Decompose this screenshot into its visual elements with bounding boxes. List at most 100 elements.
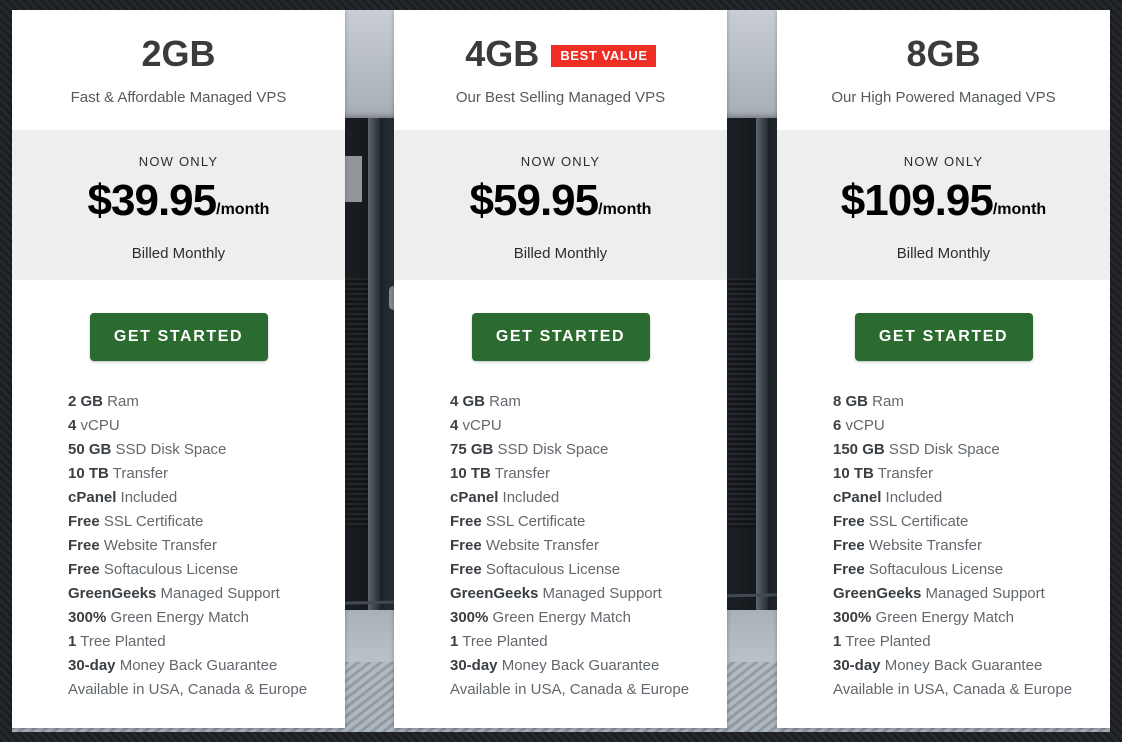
feature-text: Green Energy Match bbox=[488, 609, 631, 626]
feature-list: 4 GB Ram 4 vCPU 75 GB SSD Disk Space 10 TB … bbox=[394, 361, 727, 702]
feature-text: Transfer bbox=[108, 465, 169, 482]
feature-item: 1 Tree Planted bbox=[833, 630, 1110, 654]
feature-text: SSL Certificate bbox=[864, 513, 969, 530]
feature-highlight: Free bbox=[68, 561, 100, 578]
feature-text: vCPU bbox=[76, 417, 120, 434]
feature-item: GreenGeeks Managed Support bbox=[833, 582, 1110, 606]
feature-text: SSD Disk Space bbox=[111, 441, 227, 458]
feature-highlight: 10 TB bbox=[833, 465, 874, 482]
plan-title-row: 8GB bbox=[777, 32, 1110, 76]
feature-highlight: 30-day bbox=[450, 657, 498, 674]
feature-highlight: 8 GB bbox=[833, 393, 869, 410]
feature-highlight: 30-day bbox=[833, 657, 881, 674]
feature-item: 8 GB Ram bbox=[833, 390, 1110, 414]
feature-item: Free Website Transfer bbox=[833, 534, 1110, 558]
pricing-page: 2GB Fast & Affordable Managed VPS NOW ON… bbox=[0, 0, 1122, 742]
plan-title: 4GB bbox=[465, 33, 540, 74]
feature-text: Ram bbox=[485, 393, 521, 410]
feature-item: 2 GB Ram bbox=[68, 390, 345, 414]
now-only-label: NOW ONLY bbox=[520, 154, 601, 169]
plan-subtitle: Fast & Affordable Managed VPS bbox=[70, 89, 287, 106]
feature-item: GreenGeeks Managed Support bbox=[68, 582, 345, 606]
card-header: 8GB Our High Powered Managed VPS bbox=[777, 10, 1110, 108]
feature-item: 50 GB SSD Disk Space bbox=[68, 438, 345, 462]
get-started-button[interactable]: GET STARTED bbox=[471, 313, 650, 361]
feature-highlight: 75 GB bbox=[450, 441, 494, 458]
feature-text: Money Back Guarantee bbox=[880, 657, 1043, 674]
plan-subtitle: Our High Powered Managed VPS bbox=[831, 89, 1056, 106]
cta-wrapper: GET STARTED bbox=[394, 280, 727, 361]
plan-title: 8GB bbox=[906, 33, 981, 74]
feature-highlight: GreenGeeks bbox=[68, 585, 157, 602]
feature-item: 10 TB Transfer bbox=[833, 462, 1110, 486]
price-row: $59.95/month bbox=[394, 178, 727, 234]
feature-item: 300% Green Energy Match bbox=[68, 606, 345, 630]
feature-highlight: 150 GB bbox=[833, 441, 885, 458]
price-band: NOW ONLY $39.95/month Billed Monthly bbox=[12, 130, 345, 280]
feature-item: 10 TB Transfer bbox=[450, 462, 727, 486]
feature-highlight: 10 TB bbox=[68, 465, 109, 482]
feature-item: 4 GB Ram bbox=[450, 390, 727, 414]
price-amount: $39.95 bbox=[87, 176, 218, 225]
feature-text: Money Back Guarantee bbox=[497, 657, 660, 674]
feature-text: Green Energy Match bbox=[871, 609, 1014, 626]
cta-wrapper: GET STARTED bbox=[777, 280, 1110, 361]
billing-note: Billed Monthly bbox=[896, 245, 991, 262]
feature-item: Free Website Transfer bbox=[450, 534, 727, 558]
feature-item: cPanel Included bbox=[68, 486, 345, 510]
feature-item: Free SSL Certificate bbox=[833, 510, 1110, 534]
cta-wrapper: GET STARTED bbox=[12, 280, 345, 361]
feature-highlight: Free bbox=[68, 537, 100, 554]
feature-item: Free SSL Certificate bbox=[450, 510, 727, 534]
feature-item: GreenGeeks Managed Support bbox=[450, 582, 727, 606]
card-header: 2GB Fast & Affordable Managed VPS bbox=[12, 10, 345, 108]
feature-item: Free Website Transfer bbox=[68, 534, 345, 558]
feature-highlight: 4 GB bbox=[450, 393, 486, 410]
feature-text: Website Transfer bbox=[99, 537, 217, 554]
feature-text: SSD Disk Space bbox=[493, 441, 609, 458]
feature-item: 75 GB SSD Disk Space bbox=[450, 438, 727, 462]
get-started-button[interactable]: GET STARTED bbox=[89, 313, 268, 361]
feature-text: Ram bbox=[103, 393, 139, 410]
feature-text: SSL Certificate bbox=[99, 513, 204, 530]
feature-text: Website Transfer bbox=[864, 537, 982, 554]
feature-list: 2 GB Ram 4 vCPU 50 GB SSD Disk Space 10 TB … bbox=[12, 361, 345, 702]
feature-highlight: Free bbox=[833, 513, 865, 530]
feature-text: Tree Planted bbox=[458, 633, 548, 650]
price-row: $109.95/month bbox=[777, 178, 1110, 234]
feature-item: 30-day Money Back Guarantee bbox=[833, 654, 1110, 678]
feature-text: Available in USA, Canada & Europe bbox=[68, 681, 308, 698]
feature-text: Website Transfer bbox=[481, 537, 599, 554]
feature-item: 300% Green Energy Match bbox=[833, 606, 1110, 630]
feature-highlight: 300% bbox=[450, 609, 489, 626]
feature-item: Free Softaculous License bbox=[68, 558, 345, 582]
feature-text: Tree Planted bbox=[841, 633, 931, 650]
feature-text: Softaculous License bbox=[864, 561, 1004, 578]
get-started-button[interactable]: GET STARTED bbox=[854, 313, 1033, 361]
price-band: NOW ONLY $59.95/month Billed Monthly bbox=[394, 130, 727, 280]
feature-text: SSD Disk Space bbox=[884, 441, 1000, 458]
feature-item: 300% Green Energy Match bbox=[450, 606, 727, 630]
feature-text: SSL Certificate bbox=[481, 513, 586, 530]
feature-item: Available in USA, Canada & Europe bbox=[833, 678, 1110, 702]
now-only-label: NOW ONLY bbox=[138, 154, 219, 169]
feature-item: 30-day Money Back Guarantee bbox=[450, 654, 727, 678]
feature-text: Managed Support bbox=[538, 585, 662, 602]
feature-item: 1 Tree Planted bbox=[68, 630, 345, 654]
price-period: /month bbox=[992, 201, 1047, 218]
feature-item: 4 vCPU bbox=[68, 414, 345, 438]
feature-item: Free Softaculous License bbox=[450, 558, 727, 582]
feature-text: Softaculous License bbox=[99, 561, 239, 578]
feature-text: Included bbox=[116, 489, 178, 506]
feature-highlight: cPanel bbox=[833, 489, 882, 506]
billing-note: Billed Monthly bbox=[513, 245, 608, 262]
feature-highlight: Free bbox=[833, 537, 865, 554]
feature-highlight: GreenGeeks bbox=[833, 585, 922, 602]
feature-text: Softaculous License bbox=[481, 561, 621, 578]
pricing-card-4gb: 4GB BEST VALUE Our Best Selling Managed … bbox=[394, 10, 727, 728]
feature-item: Free Softaculous License bbox=[833, 558, 1110, 582]
feature-text: Included bbox=[881, 489, 943, 506]
plan-title-row: 2GB bbox=[12, 32, 345, 76]
feature-highlight: Free bbox=[450, 561, 482, 578]
feature-highlight: cPanel bbox=[450, 489, 499, 506]
